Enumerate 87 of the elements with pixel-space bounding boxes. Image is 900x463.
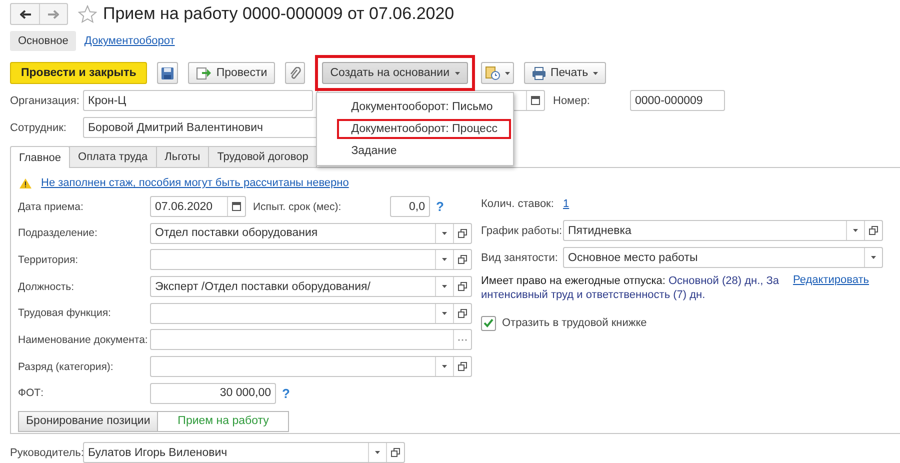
tab[interactable]: Трудовой договор [208, 146, 318, 167]
caret-icon [871, 256, 876, 259]
checkmark-icon [483, 318, 494, 328]
input-field[interactable] [150, 302, 472, 324]
field-label: Наименование документа: [18, 332, 149, 347]
post-and-close-button[interactable]: Провести и закрыть [10, 62, 148, 84]
tab[interactable]: Льготы [156, 146, 210, 167]
caret-icon [442, 232, 447, 235]
field-label: Номер: [553, 94, 591, 108]
field-label: Вид занятости: [481, 250, 559, 264]
open-icon [391, 448, 400, 457]
tab[interactable]: Оплата труда [69, 146, 157, 167]
calendar-icon [531, 96, 540, 105]
printer-icon [532, 66, 546, 80]
document-clock-icon [484, 66, 500, 80]
edit-link[interactable]: Редактировать [793, 274, 869, 302]
nav-tab[interactable]: Основное [10, 31, 76, 51]
create-based-on-button[interactable]: Создать на основании [322, 62, 468, 84]
print-button[interactable]: Печать [524, 62, 606, 84]
open-icon [458, 255, 467, 264]
back-arrow-icon [20, 10, 30, 18]
help-icon[interactable]: ? [436, 199, 444, 214]
related-documents-button[interactable] [480, 62, 514, 84]
input-field[interactable] [150, 356, 472, 378]
caret-icon [442, 312, 447, 315]
field-label: Подразделение: [18, 226, 98, 240]
field-label: Организация: [10, 94, 80, 108]
input-field[interactable]: Пятидневка [563, 220, 883, 241]
input-field[interactable]: 0000-000009 [630, 90, 725, 111]
caret-icon [504, 72, 510, 74]
attach-button[interactable] [285, 62, 306, 84]
toggle-button[interactable]: Бронирование позиции [18, 410, 158, 432]
open-icon [458, 362, 467, 372]
field-label: Испыт. срок (мес): [253, 200, 342, 214]
caret-icon [454, 72, 460, 74]
input-field[interactable]: 07.06.2020 [150, 196, 246, 217]
calendar-icon [232, 202, 241, 211]
input-field[interactable]: Эксперт /Отдел поставки оборудования/ [150, 276, 472, 298]
caret-icon [375, 451, 380, 454]
document-arrow-icon [196, 66, 212, 80]
field-label: Дата приема: [18, 200, 84, 214]
ellipsis-icon [458, 338, 467, 341]
field-label: ФОТ: [18, 386, 44, 400]
post-button[interactable]: Провести [188, 62, 276, 84]
field-label: Трудовая функция: [18, 306, 112, 320]
menu-item[interactable]: Задание [337, 141, 411, 161]
input-field[interactable] [150, 249, 472, 270]
paperclip-icon [289, 66, 302, 80]
input-field[interactable]: Булатов Игорь Виленович [83, 442, 405, 463]
input-field[interactable]: Основное место работы [563, 247, 883, 268]
help-icon[interactable]: ? [282, 386, 290, 401]
warning-icon [19, 178, 32, 188]
caret-icon [853, 229, 858, 232]
open-icon [458, 228, 467, 238]
caret-icon [442, 365, 447, 368]
input-field[interactable]: Крон-Ц [83, 90, 313, 111]
open-icon [869, 226, 878, 235]
save-button[interactable] [157, 62, 178, 84]
checkbox[interactable] [481, 316, 496, 330]
field-label: Разряд (категория): [18, 360, 114, 374]
forward-arrow-icon [48, 10, 59, 18]
caret-icon [593, 72, 598, 74]
field-label: Должность: [18, 280, 76, 294]
checkbox-label: Отразить в трудовой книжке [501, 316, 648, 331]
caret-icon [442, 285, 447, 288]
warning-link[interactable]: Не заполнен стаж, пособия могут быть рассчитаны неверно [41, 177, 349, 189]
open-icon [458, 308, 467, 318]
open-icon [458, 282, 467, 292]
tab[interactable]: Главное [10, 146, 70, 168]
field-label: Сотрудник: [10, 120, 68, 134]
field-label: Территория: [18, 252, 80, 267]
input-field[interactable]: 30 000,00 [150, 382, 276, 404]
field-label: Руководитель: [10, 446, 83, 460]
vacation-text: Имеет право на ежегодные отпуска: Основной (28) дн., За интенсивный труд и ответственность (7) дн. [481, 274, 780, 302]
field-label: Колич. ставок: [481, 197, 555, 211]
input-field[interactable] [150, 329, 472, 350]
value-link[interactable]: 1 [563, 198, 570, 210]
star-icon[interactable] [78, 5, 97, 23]
input-field[interactable]: Отдел поставки оборудования [150, 222, 472, 244]
input-field[interactable]: 0,0 [390, 196, 430, 217]
toggle-button[interactable]: Прием на работу [157, 410, 290, 432]
menu-item[interactable]: Документооборот: Процесс [337, 119, 512, 139]
nav-tab[interactable]: Документооборот [76, 31, 183, 51]
field-label: График работы: [481, 224, 563, 238]
caret-icon [442, 258, 447, 262]
menu-item[interactable]: Документооборот: Письмо [337, 97, 507, 117]
window-title: Прием на работу 0000-000009 от 07.06.2020 [103, 4, 454, 24]
